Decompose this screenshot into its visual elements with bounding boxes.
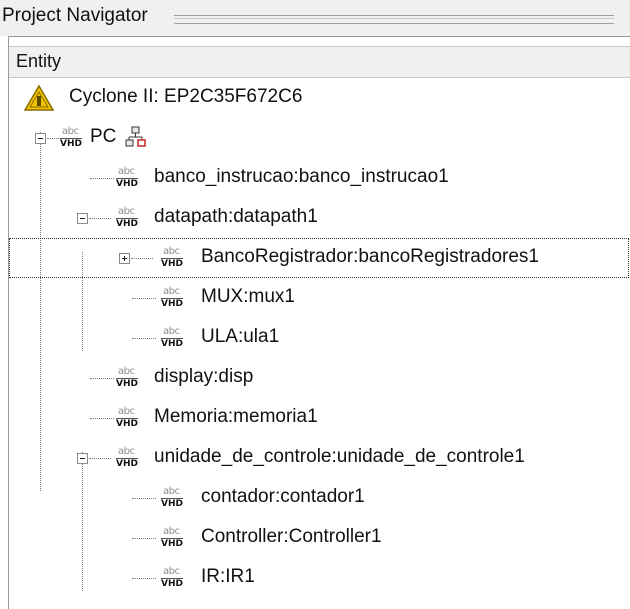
vhd-icon-top: abc	[163, 566, 180, 577]
tree-item-label: display:disp	[154, 366, 254, 387]
tree-branch	[132, 538, 156, 539]
tree-item-label: banco_instrucao:banco_instrucao1	[154, 166, 449, 187]
vhd-file-icon: abc VHD	[116, 406, 138, 432]
vhd-icon-top: abc	[163, 246, 180, 257]
collapse-toggle[interactable]	[77, 453, 88, 464]
vhd-icon-top: abc	[118, 166, 135, 177]
vhd-icon-top: abc	[118, 446, 135, 457]
hierarchy-icon[interactable]	[125, 126, 147, 148]
tree-branch	[132, 298, 156, 299]
tree-branch	[132, 338, 156, 339]
tree-item-label: IR:IR1	[201, 566, 255, 587]
tree-item-label: MUX:mux1	[201, 286, 295, 307]
tree-branch	[132, 578, 156, 579]
vhd-icon-bottom: VHD	[161, 298, 183, 309]
tree-item-ula[interactable]: abc VHD ULA:ula1	[9, 318, 629, 358]
tree-item-label: PC	[90, 126, 117, 147]
vhd-icon-bottom: VHD	[60, 138, 82, 149]
tree-item-banco-registrador[interactable]: abc VHD BancoRegistrador:bancoRegistrado…	[9, 238, 629, 278]
tree-branch	[89, 218, 111, 219]
tree-item-label: Controller:Controller1	[201, 526, 382, 547]
vhd-icon-top: abc	[163, 526, 180, 537]
tree-item-label: Memoria:memoria1	[154, 406, 318, 427]
vhd-icon-bottom: VHD	[161, 538, 183, 549]
vhd-icon-bottom: VHD	[161, 498, 183, 509]
vhd-icon-top: abc	[118, 406, 135, 417]
tree-item-mux[interactable]: abc VHD MUX:mux1	[9, 278, 629, 318]
entity-header-label: Entity	[16, 51, 62, 71]
tree-branch	[90, 418, 114, 419]
vhd-icon-bottom: VHD	[116, 218, 138, 229]
device-row[interactable]: Cyclone II: EP2C35F672C6	[9, 78, 629, 118]
vhd-icon-top: abc	[118, 206, 135, 217]
vhd-icon-top: abc	[163, 286, 180, 297]
vhd-icon-top: abc	[163, 326, 180, 337]
device-label: Cyclone II: EP2C35F672C6	[69, 86, 303, 107]
vhd-icon-bottom: VHD	[161, 338, 183, 349]
tree-item-display[interactable]: abc VHD display:disp	[9, 358, 629, 398]
collapse-toggle[interactable]	[77, 213, 88, 224]
tree-item-pc[interactable]: abc VHD PC	[9, 118, 629, 158]
tree-item-ir[interactable]: abc VHD IR:IR1	[9, 558, 629, 598]
project-navigator-titlebar[interactable]: Project Navigator	[0, 0, 630, 36]
tree-item-label: unidade_de_controle:unidade_de_controle1	[154, 446, 525, 467]
vhd-icon-top: abc	[118, 366, 135, 377]
expand-toggle[interactable]	[119, 253, 130, 264]
vhd-file-icon: abc VHD	[161, 566, 183, 592]
titlebar-grip[interactable]	[174, 15, 614, 24]
entity-column-header[interactable]: Entity	[9, 46, 630, 78]
vhd-file-icon: abc VHD	[116, 446, 138, 472]
tree-item-label: datapath:datapath1	[154, 206, 318, 227]
tree-item-contador[interactable]: abc VHD contador:contador1	[9, 478, 629, 518]
tree-item-label: ULA:ula1	[201, 326, 280, 347]
tree-item-banco-instrucao[interactable]: abc VHD banco_instrucao:banco_instrucao1	[9, 158, 629, 198]
tree-item-memoria[interactable]: abc VHD Memoria:memoria1	[9, 398, 629, 438]
vhd-file-icon: abc VHD	[161, 246, 183, 272]
vhd-file-icon: abc VHD	[161, 286, 183, 312]
panel-title: Project Navigator	[2, 5, 148, 26]
tree-branch	[47, 138, 59, 139]
vhd-icon-bottom: VHD	[161, 578, 183, 589]
vhd-file-icon: abc VHD	[116, 206, 138, 232]
entity-tree-panel: Entity Cyclone II: EP2C35F672C6 abc VHD …	[8, 36, 630, 609]
vhd-file-icon: abc VHD	[116, 166, 138, 192]
vhd-icon-bottom: VHD	[116, 458, 138, 469]
vhd-icon-top: abc	[163, 486, 180, 497]
vhd-icon-bottom: VHD	[116, 378, 138, 389]
tree-branch	[131, 258, 153, 259]
tree-branch	[132, 498, 156, 499]
vhd-file-icon: abc VHD	[161, 486, 183, 512]
tree-item-label: BancoRegistrador:bancoRegistradores1	[201, 246, 539, 267]
warning-icon	[23, 84, 55, 111]
vhd-icon-bottom: VHD	[116, 418, 138, 429]
vhd-file-icon: abc VHD	[116, 366, 138, 392]
tree-branch	[90, 378, 114, 379]
tree-item-label: contador:contador1	[201, 486, 365, 507]
collapse-toggle[interactable]	[35, 133, 46, 144]
tree-branch	[90, 178, 114, 179]
vhd-icon-bottom: VHD	[116, 178, 138, 189]
tree-item-unidade-de-controle[interactable]: abc VHD unidade_de_controle:unidade_de_c…	[9, 438, 629, 478]
vhd-file-icon: abc VHD	[60, 126, 82, 152]
tree-item-datapath[interactable]: abc VHD datapath:datapath1	[9, 198, 629, 238]
tree-item-controller[interactable]: abc VHD Controller:Controller1	[9, 518, 629, 558]
vhd-icon-bottom: VHD	[161, 258, 183, 269]
tree-branch	[89, 458, 111, 459]
vhd-file-icon: abc VHD	[161, 326, 183, 352]
vhd-file-icon: abc VHD	[161, 526, 183, 552]
vhd-icon-top: abc	[62, 126, 79, 137]
